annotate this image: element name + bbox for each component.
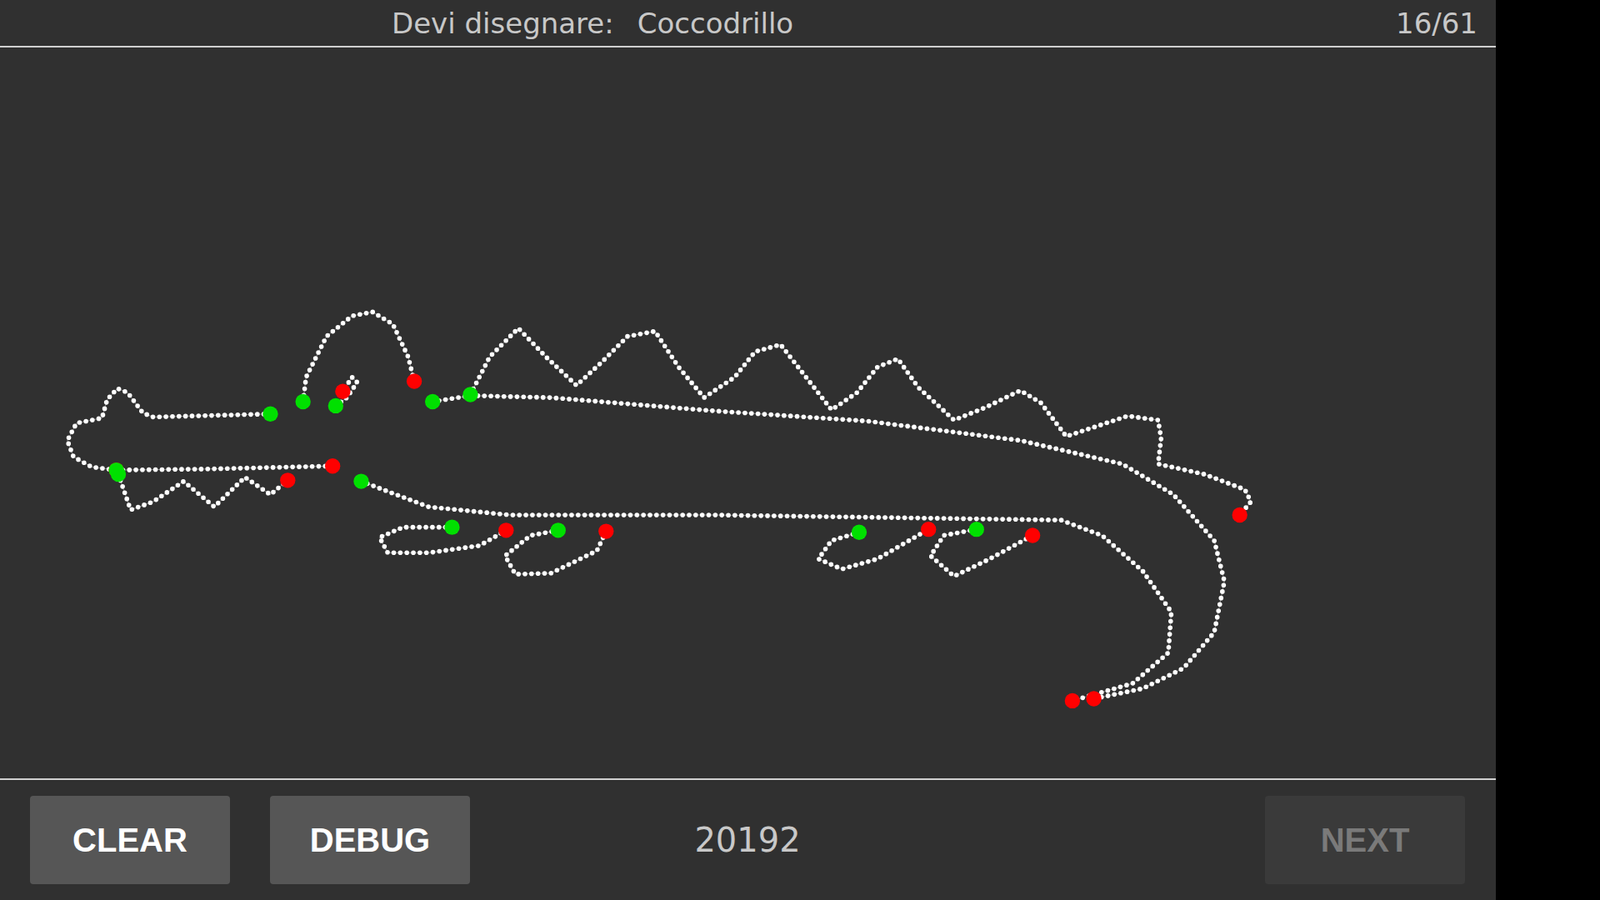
end-point [325, 458, 340, 474]
stroke-markers [969, 521, 1041, 544]
header-bar: Devi disegnare: Coccodrillo 16/61 [0, 0, 1496, 48]
start-point [353, 473, 369, 489]
action-button[interactable]: DEBUG [270, 795, 470, 885]
target-word: Coccodrillo [637, 6, 794, 40]
next-group: NEXT [800, 795, 1465, 885]
start-point [462, 386, 478, 402]
end-point [920, 521, 936, 537]
stroke [118, 474, 288, 510]
footer-bar: CLEAR DEBUG 20192 NEXT [0, 778, 1496, 900]
stroke-markers [295, 373, 422, 410]
stroke-markers [851, 521, 937, 540]
start-point [425, 394, 440, 410]
stroke [303, 311, 415, 402]
next-button[interactable]: NEXT [1265, 795, 1465, 885]
stroke-markers [108, 458, 340, 478]
stroke-markers [425, 394, 1102, 707]
sketch[interactable] [0, 47, 1496, 779]
end-point [406, 373, 422, 389]
prompt: Devi disegnare: Coccodrillo [391, 6, 794, 40]
stroke-markers [328, 384, 351, 415]
end-point [1025, 527, 1040, 543]
end-point [335, 384, 350, 400]
stroke-markers [462, 386, 1248, 523]
button-group: CLEAR DEBUG [30, 795, 695, 885]
start-point [969, 521, 985, 537]
start-point [444, 519, 460, 535]
stroke [930, 529, 1033, 576]
stroke-markers [110, 466, 296, 489]
stroke [818, 529, 929, 570]
start-point [110, 466, 126, 482]
stroke [432, 395, 1225, 700]
progress-counter: 16/61 [1395, 6, 1478, 40]
stroke-markers [108, 406, 278, 479]
action-button[interactable]: CLEAR [30, 795, 230, 885]
stroke-markers [550, 522, 615, 540]
score: 20192 [694, 820, 800, 860]
start-point [851, 525, 867, 540]
end-point [1065, 693, 1080, 709]
end-point [280, 472, 295, 488]
start-point [328, 398, 344, 414]
stroke [67, 388, 271, 470]
stroke-markers [444, 519, 514, 538]
stroke [470, 328, 1251, 515]
end-point [498, 522, 514, 538]
drawing-app: Devi disegnare: Coccodrillo 16/61 CLEAR DEBU… [0, 0, 1496, 900]
stroke [379, 527, 506, 554]
stroke [116, 465, 334, 470]
prompt-label: Devi disegnare: [391, 6, 615, 40]
stroke [360, 481, 1171, 701]
end-point [1085, 690, 1101, 706]
stroke-markers [353, 473, 1080, 709]
start-point [295, 394, 310, 410]
end-point [598, 523, 614, 539]
start-point [262, 406, 278, 422]
end-point [1231, 507, 1247, 523]
start-point [550, 522, 566, 538]
drawing-canvas[interactable] [0, 47, 1496, 779]
